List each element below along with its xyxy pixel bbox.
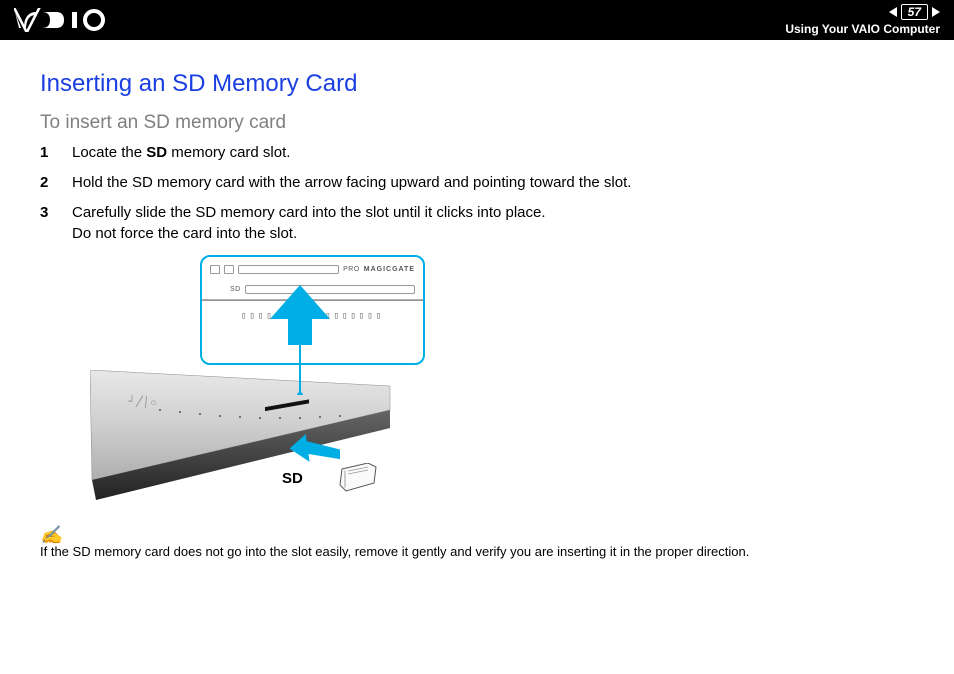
diagram: ┘╱│○ PRO MAGICGATE — [90, 255, 510, 515]
page-title: Inserting an SD Memory Card — [40, 70, 914, 98]
step-text: memory card slot. — [167, 144, 290, 161]
header-right: 57 Using Your VAIO Computer — [785, 4, 940, 36]
svg-text:╲╱: ╲╱ — [14, 8, 41, 32]
indicator-icon — [224, 265, 234, 274]
pro-label: PRO — [343, 266, 360, 273]
sd-slot-label: SD — [230, 286, 241, 293]
magicgate-label: MAGICGATE — [364, 266, 415, 273]
note-icon: ✍ — [40, 525, 62, 546]
step-item: Carefully slide the SD memory card into … — [40, 202, 914, 246]
page-number: 57 — [901, 4, 928, 20]
step-text: Hold the SD memory card with the arrow f… — [72, 174, 631, 191]
step-bold: SD — [146, 144, 167, 161]
pager: 57 — [889, 4, 940, 20]
next-page-arrow-icon[interactable] — [932, 7, 940, 17]
note: ✍ If the SD memory card does not go into… — [40, 525, 914, 559]
sd-card-icon — [338, 463, 378, 495]
callout-dots: ▯▯▯▯▯▯▯▯ ▯▯▯▯▯▯▯ — [202, 301, 423, 331]
note-text: If the SD memory card does not go into t… — [40, 544, 749, 559]
step-text: Do not force the card into the slot. — [72, 225, 297, 242]
step-text: Locate the — [72, 144, 146, 161]
callout-row-sd: SD — [202, 277, 423, 297]
slot-bar — [245, 285, 415, 294]
steps-list: Locate the SD memory card slot. Hold the… — [40, 142, 914, 245]
step-item: Hold the SD memory card with the arrow f… — [40, 172, 914, 194]
page-subtitle: To insert an SD memory card — [40, 112, 914, 134]
sd-card-label: SD — [282, 470, 303, 487]
vaio-logo: ╲╱ — [14, 8, 114, 32]
step-text: Carefully slide the SD memory card into … — [72, 204, 546, 221]
callout-row-magicgate: PRO MAGICGATE — [202, 257, 423, 277]
step-item: Locate the SD memory card slot. — [40, 142, 914, 164]
prev-page-arrow-icon[interactable] — [889, 7, 897, 17]
header-bar: ╲╱ 57 Using Your VAIO Computer — [0, 0, 954, 40]
page-content: Inserting an SD Memory Card To insert an… — [0, 40, 954, 579]
insert-arrow-icon — [290, 433, 340, 468]
indicator-icon — [210, 265, 220, 274]
breadcrumb: Using Your VAIO Computer — [785, 22, 940, 36]
slot-callout: PRO MAGICGATE SD ▯▯▯▯▯▯▯▯ ▯▯▯▯▯▯▯ — [200, 255, 425, 365]
slot-bar — [238, 265, 339, 274]
